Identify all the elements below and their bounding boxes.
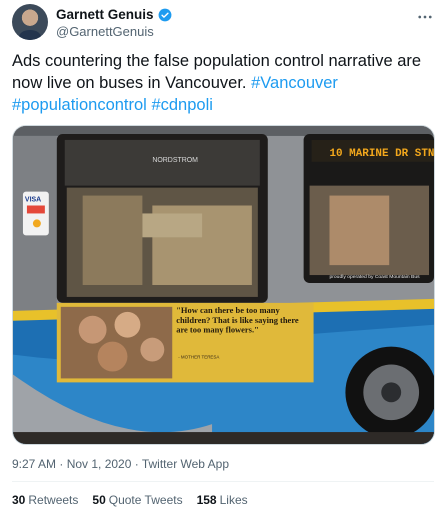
quote-tweets-stat[interactable]: 50 Quote Tweets <box>92 493 182 507</box>
divider <box>12 481 434 482</box>
bus-destination-sign: 10 MARINE DR STN <box>329 148 434 160</box>
hashtag-vancouver[interactable]: #Vancouver <box>251 74 338 92</box>
tweet-photo[interactable]: 10 MARINE DR STN NORDSTROM proudly opera… <box>12 125 435 445</box>
visa-label: VISA <box>25 197 41 204</box>
hashtag-cdnpoli[interactable]: #cdnpoli <box>151 96 212 114</box>
verified-badge-icon <box>158 8 171 21</box>
likes-stat[interactable]: 158 Likes <box>197 493 248 507</box>
avatar[interactable] <box>12 4 48 40</box>
bus-photo: 10 MARINE DR STN NORDSTROM proudly opera… <box>13 126 434 444</box>
author-names: Garnett Genuis @GarnettGenuis <box>56 7 172 39</box>
tweet-body: Ads countering the false population cont… <box>12 52 422 92</box>
tweet-text: Ads countering the false population cont… <box>12 50 436 116</box>
retweets-stat[interactable]: 30 Retweets <box>12 493 78 507</box>
store-sign: NORDSTROM <box>152 157 198 164</box>
operator-text: proudly operated by Coast Mountain Bus <box>329 274 420 280</box>
author-display-name[interactable]: Garnett Genuis <box>56 7 154 22</box>
tweet-stats: 30 Retweets 50 Quote Tweets 158 Likes <box>12 493 248 507</box>
ad-quote: "How can there be too many children? Tha… <box>176 304 299 335</box>
ad-attribution: - MOTHER TERESA <box>178 355 219 360</box>
author-handle[interactable]: @GarnettGenuis <box>56 24 172 39</box>
tweet-header: Garnett Genuis @GarnettGenuis <box>12 4 434 46</box>
tweet-timestamp[interactable]: 9:27 AM · Nov 1, 2020 · Twitter Web App <box>12 457 229 471</box>
more-options-icon[interactable] <box>416 8 434 26</box>
hashtag-populationcontrol[interactable]: #populationcontrol <box>12 96 147 114</box>
